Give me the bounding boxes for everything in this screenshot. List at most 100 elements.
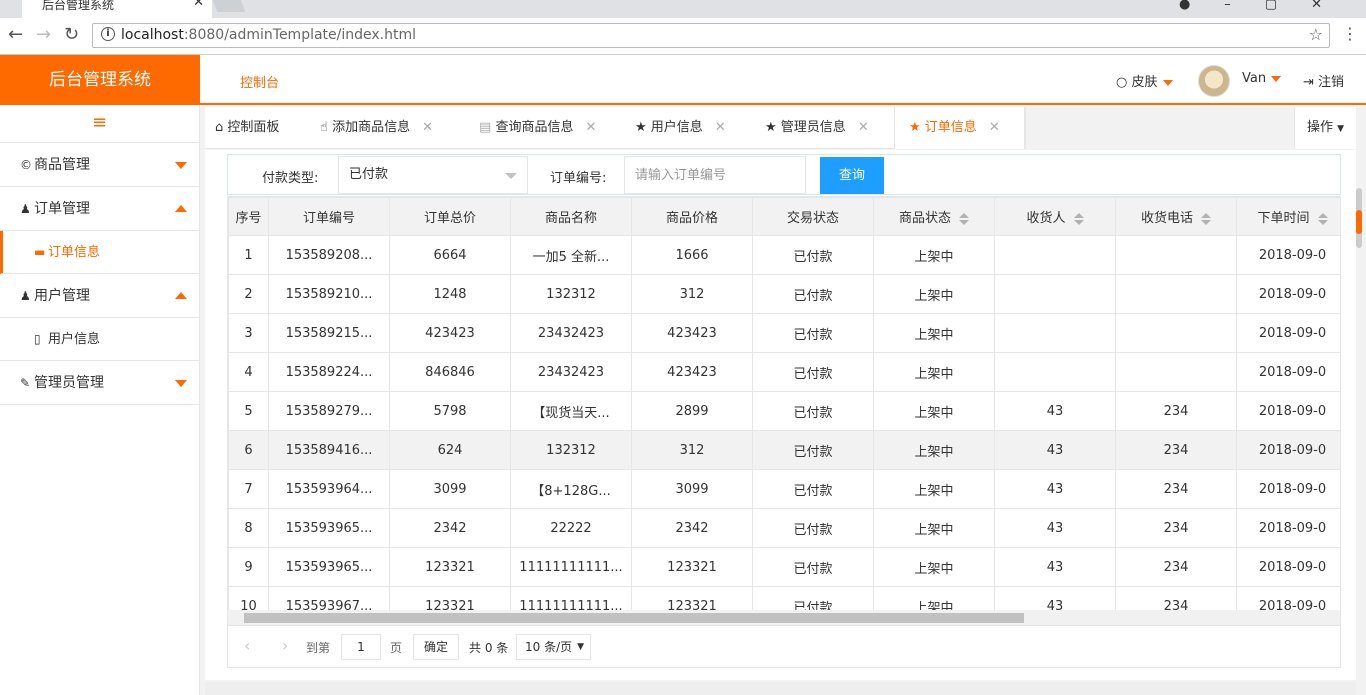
sort-icon[interactable]: [959, 212, 969, 225]
table-cell: 624: [389, 430, 511, 470]
maximize-icon[interactable]: ▢: [1265, 0, 1311, 12]
forward-icon[interactable]: →: [36, 24, 51, 45]
sidebar-item-label: 用户信息: [48, 332, 101, 347]
table-cell: 2018-09-0: [1236, 469, 1340, 509]
sidebar-group-users[interactable]: ♟ 用户管理: [0, 274, 199, 318]
sidebar-group-admins[interactable]: ✎ 管理员管理: [0, 361, 199, 405]
reload-icon[interactable]: ↻: [64, 24, 79, 45]
next-page-icon[interactable]: ›: [282, 636, 288, 655]
sort-icon[interactable]: [1317, 212, 1328, 225]
sidebar-group-orders[interactable]: ♟ 订单管理: [0, 187, 199, 231]
table-row[interactable]: 6 153589416... 624 132312 312 已付款 上架中 43 234 2018…: [228, 430, 1340, 470]
table-row[interactable]: 4 153589224... 846846 23432423 423423 已付款 上架中 2…: [228, 352, 1340, 392]
horizontal-scrollbar[interactable]: [228, 610, 1340, 625]
app-header: 控制台 ○ 皮肤 Van ⇥ 注销: [200, 55, 1366, 105]
caret-down-icon: [505, 173, 517, 179]
page-tabs: ⌂ 控制面板 ☝ 添加商品信息 ✕ ▤ 查询商品信息 ✕ ★ 用户信息 ✕ ★ 管理员…: [205, 107, 1356, 149]
url-text: localhost:8080/adminTemplate/index.html: [121, 27, 416, 43]
close-icon[interactable]: ✕: [193, 0, 204, 9]
table-cell: 2018-09-0: [1236, 235, 1340, 275]
wrench-icon: ✎: [20, 376, 31, 390]
address-bar[interactable]: i localhost:8080/adminTemplate/index.htm…: [92, 23, 1330, 48]
bookmark-star-icon[interactable]: ☆: [1309, 25, 1323, 44]
sidebar-group-label: 用户管理: [34, 288, 90, 304]
info-icon[interactable]: i: [101, 27, 115, 41]
close-icon[interactable]: ✕: [858, 120, 869, 135]
page-size-select[interactable]: 10 条/页 ▼: [516, 634, 591, 660]
tab-label: 管理员信息: [780, 120, 846, 135]
tab-dashboard[interactable]: ⌂ 控制面板: [215, 107, 279, 149]
sidebar-group-goods[interactable]: © 商品管理: [0, 143, 199, 187]
table-row[interactable]: 1 153589208... 6664 一加5 全新... 1666 已付款 上架中 2018…: [228, 235, 1340, 275]
close-icon[interactable]: ✕: [422, 120, 433, 135]
confirm-page-button[interactable]: 确定: [413, 634, 459, 660]
skin-menu[interactable]: ○ 皮肤: [1116, 71, 1173, 90]
scroll-thumb[interactable]: [1356, 210, 1362, 234]
app-logo: 后台管理系统: [0, 55, 200, 105]
sidebar-group-label: 商品管理: [34, 157, 90, 173]
tab-add-goods[interactable]: ☝ 添加商品信息 ✕: [320, 107, 433, 149]
column-header: 交易状态: [752, 197, 874, 236]
browser-menu-icon[interactable]: ⋮: [1342, 24, 1358, 43]
user-menu[interactable]: Van: [1242, 71, 1282, 86]
table-cell: 2899: [631, 391, 753, 431]
close-icon[interactable]: ✕: [715, 120, 726, 135]
sidebar-item-order-info[interactable]: ▬ 订单信息: [0, 231, 199, 274]
pay-type-select[interactable]: 已付款: [338, 156, 528, 194]
table-row[interactable]: 2 153589210... 1248 132312 312 已付款 上架中 2018-09-…: [228, 274, 1340, 314]
profile-icon[interactable]: ●: [1179, 0, 1224, 12]
tabs-ops-button[interactable]: 操作 ▼: [1294, 107, 1356, 149]
column-header[interactable]: 下单时间: [1236, 197, 1340, 236]
column-header[interactable]: 收货电话: [1115, 197, 1237, 236]
tab-user-info[interactable]: ★ 用户信息 ✕: [635, 107, 726, 149]
column-header[interactable]: 收货人: [994, 197, 1116, 236]
table-row[interactable]: 7 153593964... 3099 【8+128G... 3099 已付款 上架中 43 2…: [228, 469, 1340, 509]
table-cell: 234: [1115, 547, 1237, 587]
table-cell: 2018-09-0: [1236, 274, 1340, 314]
scroll-thumb[interactable]: [244, 613, 1024, 623]
column-header-label: 订单编号: [302, 211, 355, 226]
query-button[interactable]: 查询: [820, 157, 884, 194]
column-header[interactable]: 商品状态: [873, 197, 995, 236]
tab-query-goods[interactable]: ▤ 查询商品信息 ✕: [479, 107, 596, 149]
tab-admin-info[interactable]: ★ 管理员信息 ✕: [765, 107, 869, 149]
table-row[interactable]: 8 153593965... 2342 22222 2342 已付款 上架中 43 234 201…: [228, 508, 1340, 548]
table-cell: [994, 352, 1116, 392]
table-row[interactable]: 3 153589215... 423423 23432423 423423 已付款 上架中 2…: [228, 313, 1340, 353]
table-cell: 已付款: [752, 391, 874, 431]
sidebar: ≡ © 商品管理 ♟ 订单管理 ▬ 订单信息 ♟ 用户管理 ▯ 用户信息 ✎ 管理员管理: [0, 105, 200, 695]
new-tab-button[interactable]: [212, 0, 246, 12]
content-panel: 付款类型: 已付款 订单编号: 查询 序号 订单编号 订单总价 商品名称 商品价格 交易状…: [205, 150, 1356, 680]
table-row[interactable]: 9 153593965... 123321 11111111111... 123321 已…: [228, 547, 1340, 587]
sidebar-item-user-info[interactable]: ▯ 用户信息: [0, 318, 199, 361]
back-icon[interactable]: ←: [8, 24, 23, 45]
nav-console[interactable]: 控制台: [240, 72, 279, 91]
column-header-label: 商品状态: [898, 211, 951, 226]
avatar[interactable]: [1198, 65, 1230, 97]
table-cell: 7: [228, 469, 269, 509]
tab-order-info[interactable]: ★ 订单信息 ✕: [894, 107, 1025, 149]
page-input[interactable]: 1: [341, 634, 381, 660]
table-cell: [994, 313, 1116, 353]
hamburger-icon[interactable]: ≡: [0, 105, 199, 143]
skin-label: 皮肤: [1131, 75, 1158, 90]
caret-down-icon: [175, 380, 187, 387]
table-cell: 6: [228, 430, 269, 470]
table-cell: 上架中: [873, 352, 995, 392]
sort-icon[interactable]: [1201, 212, 1211, 225]
goto-label: 到第: [306, 641, 331, 655]
order-no-input[interactable]: [624, 156, 806, 194]
browser-tab[interactable]: 后台管理系统 ✕: [22, 0, 212, 18]
close-window-icon[interactable]: ✕: [1311, 0, 1356, 12]
prev-page-icon[interactable]: ‹: [244, 636, 250, 655]
page-scrollbar[interactable]: [1356, 188, 1362, 248]
table-row[interactable]: 5 153589279... 5798 【现货当天... 2899 已付款 上架中 43 234…: [228, 391, 1340, 431]
table-cell: 132312: [510, 430, 632, 470]
logout-link[interactable]: ⇥ 注销: [1303, 71, 1344, 90]
minimize-icon[interactable]: –: [1224, 0, 1265, 12]
table-cell: 423423: [631, 313, 753, 353]
sort-icon[interactable]: [1073, 212, 1084, 225]
table-cell: 423423: [631, 352, 753, 392]
close-icon[interactable]: ✕: [585, 120, 596, 135]
close-icon[interactable]: ✕: [989, 120, 1000, 135]
